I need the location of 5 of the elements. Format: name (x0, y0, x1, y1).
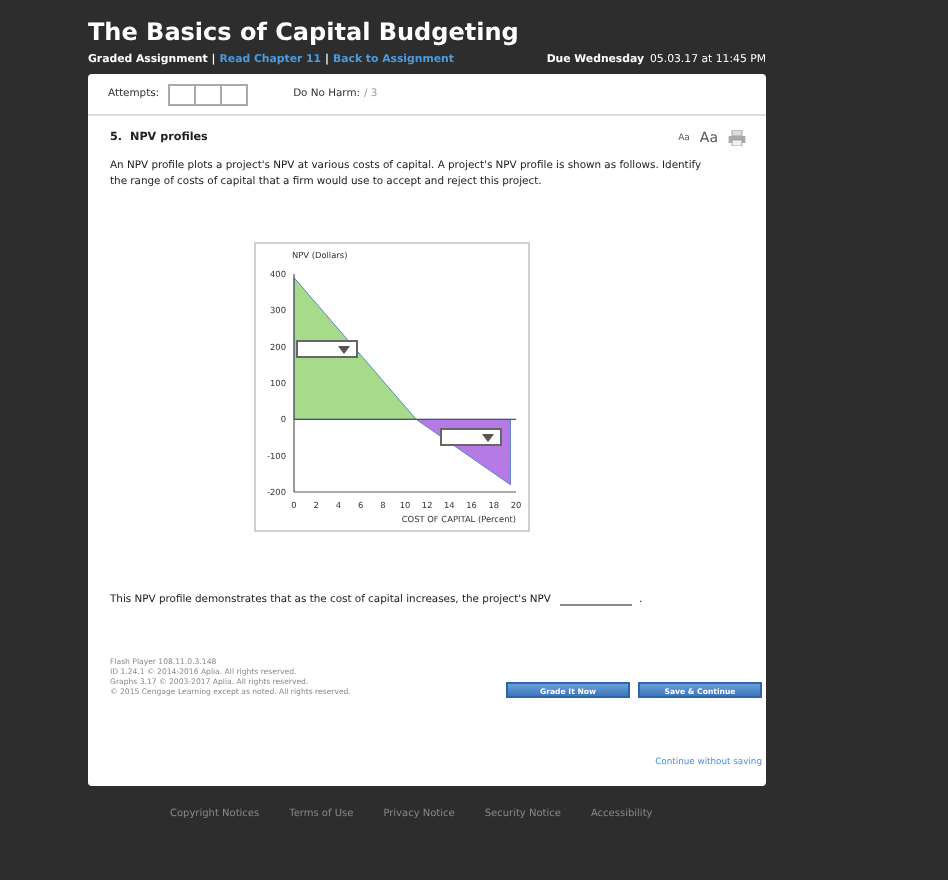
dropdown[interactable] (440, 428, 502, 446)
caret-icon (482, 434, 494, 442)
caret-icon (338, 346, 350, 354)
dropdown[interactable] (296, 340, 358, 358)
page-title: The Basics of Capital Budgeting (88, 18, 519, 46)
